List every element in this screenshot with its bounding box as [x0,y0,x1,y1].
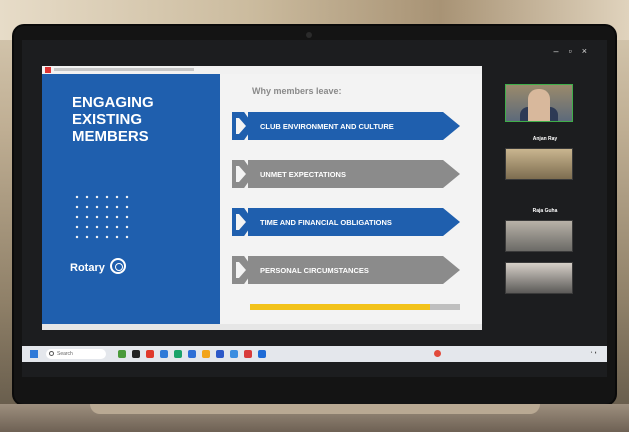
window-controls[interactable]: –▫× [554,46,597,56]
presentation-slide: ENGAGING EXISTING MEMBERS Rotary Why mem… [42,74,482,324]
taskbar-app-icon[interactable] [174,350,182,358]
taskbar-app-icon[interactable] [160,350,168,358]
slide-heading: Why members leave: [252,86,342,96]
laptop-hinge [90,404,540,414]
slide-footer-bar [42,324,482,330]
video-person-head [528,89,550,121]
reason-label: CLUB ENVIRONMENT AND CULTURE [260,121,394,131]
minimize-icon[interactable]: – [554,46,569,56]
accent-bar [250,304,430,310]
taskbar-app-icon[interactable] [202,350,210,358]
taskbar-search[interactable]: Search [46,349,106,359]
search-icon [49,351,54,356]
taskbar-app-icon[interactable] [258,350,266,358]
weather-icon [434,350,441,357]
participant-video-tile[interactable] [505,84,573,122]
taskbar-app-icon[interactable] [188,350,196,358]
rotary-wheel-icon [110,258,126,274]
taskbar-app-icon[interactable] [244,350,252,358]
taskbar-app-icon[interactable] [146,350,154,358]
weather-widget[interactable] [434,349,464,359]
slide-left-panel: ENGAGING EXISTING MEMBERS Rotary [42,74,220,324]
slide-title-line: MEMBERS [72,128,149,145]
participant-tile[interactable] [505,262,573,294]
start-icon[interactable] [30,350,38,358]
slide-title: ENGAGING EXISTING MEMBERS [72,94,212,145]
maximize-icon[interactable]: ▫ [569,46,582,56]
taskbar-app-icon[interactable] [132,350,140,358]
reason-item: UNMET EXPECTATIONS [232,160,460,188]
volume-icon[interactable]: ◖ [594,350,597,356]
participant-name: Raja Guha [532,208,558,214]
webcam-icon [306,32,312,38]
accent-bar-gray [430,304,460,310]
slide-title-line: ENGAGING [72,94,154,111]
search-placeholder: Search [57,351,73,357]
reason-label: TIME AND FINANCIAL OBLIGATIONS [260,217,392,227]
reason-label: UNMET EXPECTATIONS [260,169,346,179]
presentation-app-icon [45,67,51,73]
taskbar-app-icon[interactable] [216,350,224,358]
reason-item: CLUB ENVIRONMENT AND CULTURE [232,112,460,140]
system-tray[interactable]: ◔ ◖ [590,350,597,356]
window-title-placeholder [54,68,194,71]
windows-taskbar: Search ◔ ◖ [22,346,607,362]
participant-panel: Anjan Ray Raja Guha [500,78,600,338]
reason-item: TIME AND FINANCIAL OBLIGATIONS [232,208,460,236]
reason-label: PERSONAL CIRCUMSTANCES [260,265,369,275]
participant-tile[interactable] [505,148,573,180]
wifi-icon[interactable]: ◔ [590,350,593,356]
taskbar-app-icon[interactable] [118,350,126,358]
rotary-logo-text: Rotary [70,262,105,274]
laptop-screen: –▫× ENGAGING EXISTING MEMBERS Rotary Why… [22,40,607,377]
dot-grid-decoration [72,192,132,244]
taskbar-app-icon[interactable] [230,350,238,358]
participant-name: Anjan Ray [532,136,558,142]
reason-item: PERSONAL CIRCUMSTANCES [232,256,460,284]
participant-tile[interactable] [505,220,573,252]
slide-title-line: EXISTING [72,111,143,128]
close-icon[interactable]: × [582,46,597,56]
shared-window-titlebar [42,66,482,74]
